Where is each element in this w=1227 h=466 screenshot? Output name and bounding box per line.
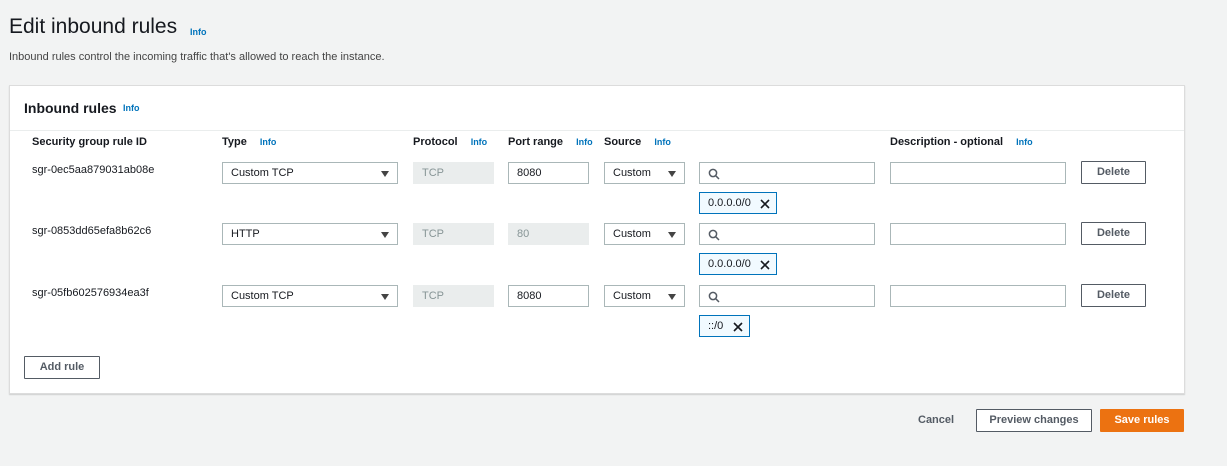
source-token: ::/0	[699, 315, 750, 337]
type-select-value: Custom TCP	[231, 290, 294, 302]
type-select[interactable]: HTTP	[222, 223, 398, 245]
type-select-value: HTTP	[231, 228, 260, 240]
source-token-label: ::/0	[708, 320, 724, 332]
column-label: Protocol	[413, 136, 458, 148]
port-range-info-link[interactable]: Info	[576, 137, 593, 147]
column-header-type: Type Info	[222, 136, 276, 148]
cancel-button[interactable]: Cancel	[918, 414, 954, 426]
description-info-link[interactable]: Info	[1016, 137, 1033, 147]
column-header-source: Source Info	[604, 136, 671, 148]
column-header-protocol: Protocol Info	[413, 136, 487, 148]
column-header-rule-id: Security group rule ID	[32, 136, 147, 148]
source-select[interactable]: Custom	[604, 285, 685, 307]
delete-button[interactable]: Delete	[1081, 161, 1146, 184]
source-select-value: Custom	[613, 290, 651, 302]
description-input[interactable]	[890, 162, 1066, 184]
type-info-link[interactable]: Info	[260, 137, 277, 147]
page-info-link[interactable]: Info	[190, 27, 207, 37]
search-icon	[708, 291, 720, 303]
preview-changes-button[interactable]: Preview changes	[976, 409, 1092, 432]
panel-title: Inbound rules	[24, 100, 117, 116]
protocol-field: TCP	[413, 285, 494, 307]
search-icon	[708, 229, 720, 241]
caret-down-icon	[668, 232, 676, 238]
source-select[interactable]: Custom	[604, 223, 685, 245]
type-select-value: Custom TCP	[231, 167, 294, 179]
close-icon[interactable]	[759, 197, 771, 217]
save-rules-button[interactable]: Save rules	[1100, 409, 1184, 432]
column-label: Source	[604, 136, 642, 148]
description-input[interactable]	[890, 223, 1066, 245]
column-label: Security group rule ID	[32, 136, 147, 148]
source-info-link[interactable]: Info	[654, 137, 671, 147]
source-select[interactable]: Custom	[604, 162, 685, 184]
rule-id: sgr-0ec5aa879031ab08e	[32, 164, 155, 176]
search-icon	[708, 168, 720, 180]
inbound-rules-panel: Inbound rules Info Security group rule I…	[9, 85, 1185, 394]
protocol-field: TCP	[413, 162, 494, 184]
source-token: 0.0.0.0/0	[699, 253, 777, 275]
description-input[interactable]	[890, 285, 1066, 307]
source-select-value: Custom	[613, 167, 651, 179]
rule-id: sgr-0853dd65efa8b62c6	[32, 225, 152, 237]
source-search-input[interactable]	[699, 162, 875, 184]
port-range-input[interactable]: 8080	[508, 285, 589, 307]
caret-down-icon	[381, 232, 389, 238]
column-label: Port range	[508, 136, 564, 148]
delete-button[interactable]: Delete	[1081, 222, 1146, 245]
rule-id: sgr-05fb602576934ea3f	[32, 287, 149, 299]
type-select[interactable]: Custom TCP	[222, 162, 398, 184]
source-select-value: Custom	[613, 228, 651, 240]
add-rule-button[interactable]: Add rule	[24, 356, 100, 379]
source-token: 0.0.0.0/0	[699, 192, 777, 214]
protocol-field: TCP	[413, 223, 494, 245]
source-token-label: 0.0.0.0/0	[708, 258, 751, 270]
port-range-input[interactable]: 8080	[508, 162, 589, 184]
source-search-input[interactable]	[699, 285, 875, 307]
column-header-port-range: Port range Info	[508, 136, 593, 148]
caret-down-icon	[381, 171, 389, 177]
page-title: Edit inbound rules	[9, 15, 178, 38]
page-description: Inbound rules control the incoming traff…	[9, 51, 385, 63]
panel-header: Inbound rules Info	[10, 86, 1184, 131]
protocol-info-link[interactable]: Info	[471, 137, 488, 147]
caret-down-icon	[668, 171, 676, 177]
panel-info-link[interactable]: Info	[123, 103, 140, 113]
column-label: Description - optional	[890, 136, 1004, 148]
close-icon[interactable]	[759, 258, 771, 278]
type-select[interactable]: Custom TCP	[222, 285, 398, 307]
caret-down-icon	[381, 294, 389, 300]
port-range-field: 80	[508, 223, 589, 245]
column-label: Type	[222, 136, 247, 148]
source-token-label: 0.0.0.0/0	[708, 197, 751, 209]
column-header-description: Description - optional Info	[890, 136, 1033, 148]
source-search-input[interactable]	[699, 223, 875, 245]
close-icon[interactable]	[732, 320, 744, 340]
caret-down-icon	[668, 294, 676, 300]
delete-button[interactable]: Delete	[1081, 284, 1146, 307]
